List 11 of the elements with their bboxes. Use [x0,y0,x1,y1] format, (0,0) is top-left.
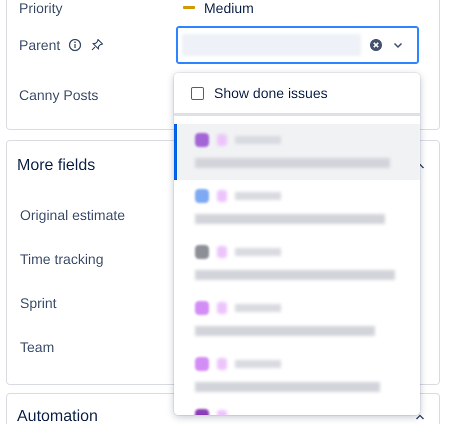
show-done-checkbox[interactable]: Show done issues [174,73,420,116]
field-label: Time tracking [20,250,104,269]
section-title: More fields [17,157,96,175]
field-label: Sprint [20,294,57,313]
field-label: Team [20,338,54,357]
field-label: Original estimate [20,206,126,225]
field-label: Priority [19,0,63,16]
field-label: Canny Posts [19,87,98,103]
priority-value: Medium [204,0,254,16]
field-label: Parent [19,37,60,53]
section-title: Automation [17,408,98,424]
